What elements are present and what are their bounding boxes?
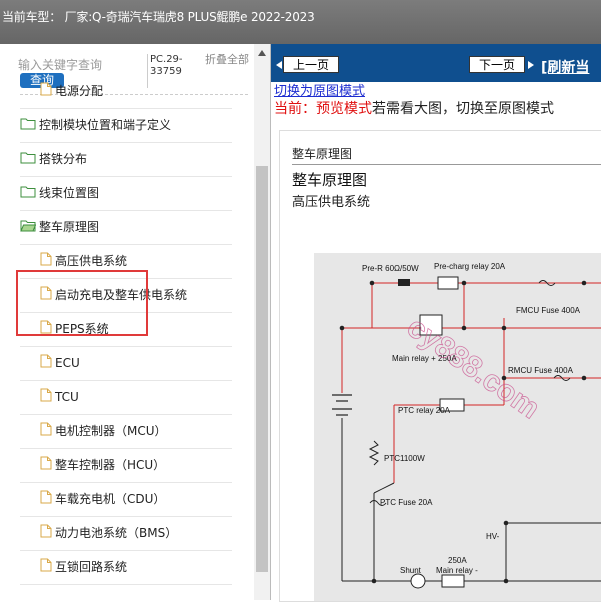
vehicle-title: 当前车型： 厂家:Q-奇瑞汽车瑞虎8 PLUS鲲鹏e 2022-2023 <box>2 10 315 24</box>
folder-icon <box>20 111 36 141</box>
tree-item[interactable]: TCU <box>40 382 79 412</box>
tree-item-label: 整车控制器（HCU） <box>55 458 166 472</box>
diagram-label: Main relay - <box>436 566 478 575</box>
tree-item[interactable]: 互锁回路系统 <box>40 552 127 582</box>
document-icon <box>40 451 52 481</box>
content-panel: 上一页 下一页 [刷新当 切换为原图模式 当前：预览模式若需看大图，切换至原图模… <box>271 44 601 602</box>
document-icon <box>40 383 52 413</box>
selection-highlight-box <box>16 270 148 336</box>
search-row: 查询 PC.29-33759 折叠全部 <box>0 44 254 96</box>
next-page-button[interactable]: 下一页 <box>469 56 525 73</box>
wiring-diagram-svg: Pre-R 60Ω/50W Pre-charg relay 20A FMCU F… <box>314 253 601 601</box>
row-divider <box>20 108 232 109</box>
diagram-label: RMCU Fuse 400A <box>508 366 574 375</box>
row-divider <box>20 346 232 347</box>
diagram-label: PTC relay 20A <box>398 406 451 415</box>
tree-item[interactable]: 整车控制器（HCU） <box>40 450 165 480</box>
tree-item[interactable]: 控制模块位置和端子定义 <box>20 110 171 140</box>
diagram-label: HV- <box>486 532 500 541</box>
tree-item[interactable]: 线束位置图 <box>20 178 99 208</box>
document-icon <box>40 519 52 549</box>
left-nav-panel: 查询 PC.29-33759 折叠全部 电源分配控制模块位置和端子定义搭铁分布线… <box>0 44 271 600</box>
diagram-label: Pre-R 60Ω/50W <box>362 264 419 273</box>
scroll-thumb[interactable] <box>256 166 268 572</box>
tree-item-label: 线束位置图 <box>39 186 100 200</box>
prev-page-button[interactable]: 上一页 <box>283 56 339 73</box>
row-divider <box>20 448 232 449</box>
collapse-all-link[interactable]: 折叠全部 <box>205 54 249 66</box>
tree-item-label: 搭铁分布 <box>39 152 88 166</box>
page-nav-bar: 上一页 下一页 [刷新当 <box>271 44 601 82</box>
folder-icon <box>20 179 36 209</box>
arrow-right-icon[interactable] <box>528 61 534 69</box>
diagram-label: FMCU Fuse 400A <box>516 306 581 315</box>
tree-item-label: TCU <box>55 390 79 404</box>
diagram-label: 250A <box>448 556 467 565</box>
document-icon <box>40 77 52 107</box>
row-divider <box>20 414 232 415</box>
arrow-left-icon[interactable] <box>276 61 282 69</box>
document-view: 整车原理图 整车原理图 高压供电系统 Pre-R 60Ω/50W Pre-cha… <box>279 130 601 602</box>
document-icon <box>40 349 52 379</box>
document-icon <box>40 553 52 583</box>
diagram-label: PTC1100W <box>384 454 425 463</box>
scroll-up-arrow-icon[interactable] <box>258 50 266 56</box>
tree-item-label: 车载充电机（CDU） <box>55 492 166 506</box>
doc-breadcrumb: 整车原理图 <box>292 147 353 161</box>
document-icon <box>40 485 52 515</box>
row-divider <box>20 550 232 551</box>
tree-item[interactable]: 车载充电机（CDU） <box>40 484 165 514</box>
tree-item-label: 整车原理图 <box>39 220 100 234</box>
diagram-label: PTC Fuse 20A <box>380 498 433 507</box>
mode-prefix: 当前： <box>274 101 316 117</box>
tree-item-label: 控制模块位置和端子定义 <box>39 118 172 132</box>
row-divider <box>20 210 232 211</box>
left-scrollbar[interactable] <box>254 44 270 600</box>
tree-item[interactable]: 搭铁分布 <box>20 144 87 174</box>
folder-open-icon <box>20 213 37 243</box>
tree-item-label: ECU <box>55 356 80 370</box>
wiring-diagram: Pre-R 60Ω/50W Pre-charg relay 20A FMCU F… <box>314 253 601 601</box>
mode-hint: 若需看大图，切换至原图模式 <box>372 101 554 117</box>
tree-item-label: 电源分配 <box>55 84 104 98</box>
tree-item-label: 互锁回路系统 <box>55 560 128 574</box>
tree-item[interactable]: 动力电池系统（BMS） <box>40 518 177 548</box>
document-code: PC.29-33759 <box>147 54 200 88</box>
diagram-label: Shunt <box>400 566 422 575</box>
refresh-link[interactable]: [刷新当 <box>541 57 589 77</box>
row-divider <box>20 142 232 143</box>
divider <box>292 164 601 165</box>
doc-subtitle: 高压供电系统 <box>292 195 371 210</box>
diagram-label: Pre-charg relay 20A <box>434 262 506 271</box>
row-divider <box>20 516 232 517</box>
document-icon <box>40 417 52 447</box>
tree-item[interactable]: 整车原理图 <box>20 212 99 242</box>
title-bar: 当前车型： 厂家:Q-奇瑞汽车瑞虎8 PLUS鲲鹏e 2022-2023 <box>0 0 601 44</box>
row-divider <box>20 380 232 381</box>
row-divider <box>20 482 232 483</box>
tree-item[interactable]: ECU <box>40 348 80 378</box>
tree-item-label: 电机控制器（MCU） <box>55 424 167 438</box>
tree-item[interactable]: 电机控制器（MCU） <box>40 416 167 446</box>
row-divider <box>20 244 232 245</box>
mode-status: 当前：预览模式若需看大图，切换至原图模式 <box>274 98 554 118</box>
switch-original-mode-link[interactable]: 切换为原图模式 <box>274 80 365 99</box>
tree-item[interactable]: 电源分配 <box>40 76 103 106</box>
row-divider <box>20 176 232 177</box>
tree-item-label: 动力电池系统（BMS） <box>55 526 178 540</box>
row-divider <box>20 584 232 585</box>
tree-item-label: 高压供电系统 <box>55 254 128 268</box>
mode-name: 预览模式 <box>316 101 372 117</box>
doc-title: 整车原理图 <box>292 171 368 189</box>
search-input[interactable] <box>18 56 136 74</box>
folder-icon <box>20 145 36 175</box>
